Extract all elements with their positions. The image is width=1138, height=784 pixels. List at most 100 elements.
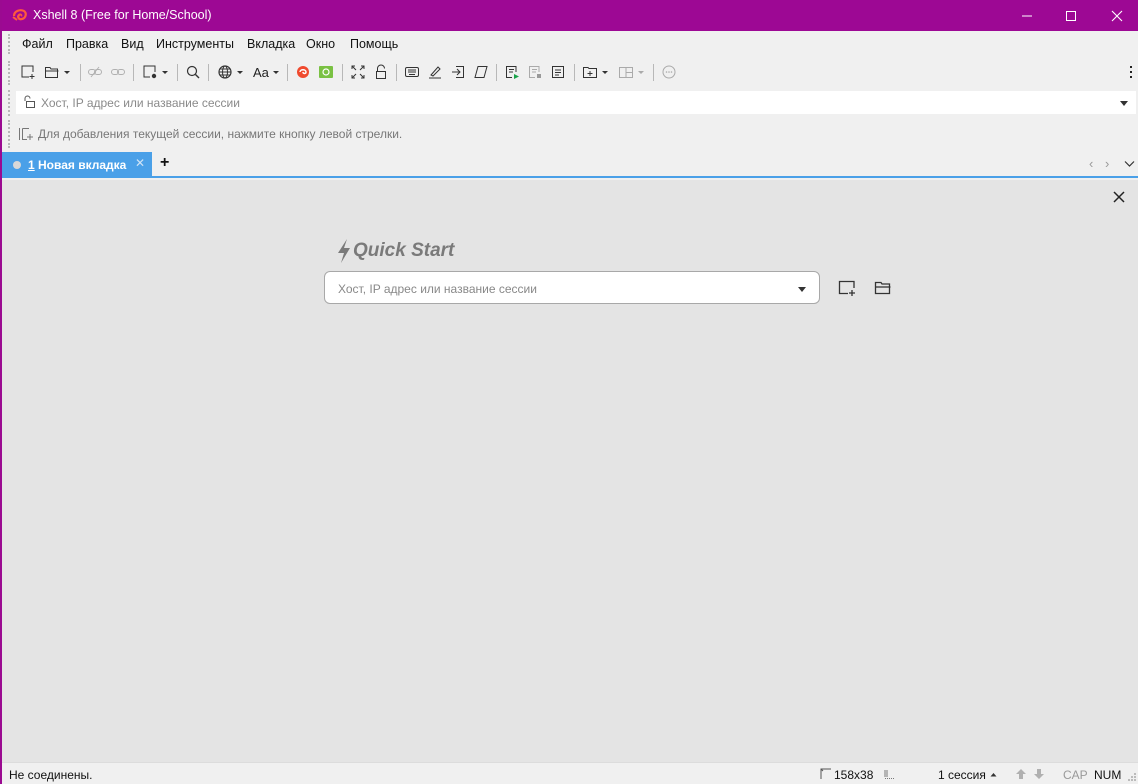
chat-button[interactable] [661, 63, 677, 81]
close-icon [1111, 10, 1123, 21]
xftp-button[interactable] [318, 63, 334, 81]
menu-view[interactable]: Вид [121, 37, 144, 51]
menu-file[interactable]: Файл [22, 37, 53, 51]
menu-help[interactable]: Помощь [350, 37, 398, 51]
terminal-size-icon [820, 768, 831, 779]
add-link-icon [19, 128, 33, 140]
tab-status-icon [13, 161, 21, 169]
terminal-size: 158x38 [834, 768, 874, 782]
open-folder-icon [874, 281, 891, 295]
tab-new[interactable]: 1 Новая вкладка ✕ [2, 152, 152, 178]
quick-new-session-button[interactable] [838, 279, 856, 300]
chevron-down-icon [162, 70, 168, 74]
resize-grip-icon[interactable] [1128, 773, 1137, 782]
chevron-down-icon [272, 70, 279, 74]
toolbar-separator [80, 64, 81, 81]
menu-bar: Файл Правка Вид Инструменты Вкладка Окно… [2, 31, 1138, 56]
tab-close-icon[interactable]: ✕ [135, 156, 145, 170]
find-button[interactable] [185, 63, 201, 81]
window-title: Xshell 8 (Free for Home/School) [33, 8, 212, 22]
toolbar-separator [574, 64, 575, 81]
xshell-window: Xshell 8 (Free for Home/School) Файл Пра… [0, 0, 1138, 784]
encoding-button[interactable] [217, 63, 243, 81]
sessions-up-icon[interactable] [990, 772, 997, 777]
globe-icon [218, 65, 232, 79]
quick-open-session-button[interactable] [874, 279, 892, 300]
tab-list-chevron-icon[interactable] [1124, 160, 1135, 168]
links-grip[interactable] [8, 120, 10, 148]
menu-tools[interactable]: Инструменты [156, 37, 234, 51]
close-window-button[interactable] [1094, 0, 1138, 31]
menu-tab[interactable]: Вкладка [247, 37, 295, 51]
toolbar-separator [396, 64, 397, 81]
toolbar: Aa [2, 58, 1138, 86]
chevron-down-icon [64, 70, 70, 74]
menu-window[interactable]: Окно [306, 37, 335, 51]
disconnect-link-icon [88, 66, 102, 78]
layout-icon [619, 67, 633, 78]
lock-button[interactable] [373, 63, 389, 81]
session-count[interactable]: 1 сессия [938, 768, 986, 782]
quick-start-placeholder: Хост, IP адрес или название сессии [338, 282, 537, 296]
new-session-icon [21, 65, 35, 79]
link-icon [111, 69, 125, 75]
quick-start-input[interactable]: Хост, IP адрес или название сессии [324, 271, 820, 304]
connection-status: Не соединены. [9, 768, 93, 782]
toolbar-separator [208, 64, 209, 81]
disconnect-button[interactable] [110, 63, 126, 81]
menu-edit[interactable]: Правка [66, 37, 108, 51]
log-button[interactable] [550, 63, 566, 81]
toolbar-grip[interactable] [8, 61, 10, 85]
more-vertical-icon [1130, 66, 1132, 78]
layout-button[interactable] [618, 63, 644, 81]
download-arrow-icon [1034, 769, 1044, 779]
maximize-button[interactable] [1048, 0, 1094, 31]
menu-grip[interactable] [8, 34, 10, 54]
tab-next-button[interactable]: › [1105, 156, 1109, 171]
stop-log-button[interactable] [527, 63, 543, 81]
address-grip[interactable] [8, 90, 10, 116]
caps-lock-indicator: CAP [1063, 768, 1088, 782]
script-button[interactable] [473, 63, 489, 81]
minimize-icon [1022, 15, 1032, 16]
xshell-icon [297, 66, 309, 78]
new-tab-button[interactable]: + [160, 154, 169, 172]
terminal-area[interactable]: Quick Start Хост, IP адрес или название … [2, 180, 1138, 762]
properties-button[interactable] [142, 63, 168, 81]
send-button[interactable] [450, 63, 466, 81]
address-bar[interactable]: Хост, IP адрес или название сессии [16, 91, 1136, 114]
quick-start-dropdown-icon[interactable] [798, 287, 806, 292]
new-session-button[interactable] [20, 63, 36, 81]
reconnect-button[interactable] [87, 63, 103, 81]
fullscreen-button[interactable] [350, 63, 366, 81]
chevron-down-icon [237, 70, 243, 74]
xshell-button[interactable] [295, 63, 311, 81]
toolbar-separator [133, 64, 134, 81]
unlock-icon [24, 95, 35, 108]
num-lock-indicator: NUM [1094, 768, 1122, 782]
highlight-button[interactable] [427, 63, 443, 81]
new-folder-icon [583, 67, 597, 78]
add-session-hint: Для добавления текущей сессии, нажмите к… [18, 127, 402, 141]
search-icon [186, 65, 200, 79]
new-tab-group-button[interactable] [582, 63, 608, 81]
log-file-icon [552, 66, 564, 78]
toolbar-separator [342, 64, 343, 81]
tab-bar: 1 Новая вкладка ✕ + ‹ › [2, 152, 1138, 178]
open-session-button[interactable] [44, 63, 70, 81]
font-button[interactable]: Aa [253, 63, 279, 81]
address-dropdown-icon[interactable] [1120, 101, 1128, 106]
more-options-button[interactable] [1128, 63, 1134, 81]
toolbar-separator [177, 64, 178, 81]
script-icon [474, 66, 488, 78]
font-icon: Aa [253, 64, 269, 80]
cursor-position-icon [884, 770, 895, 779]
close-quick-start-icon[interactable] [1112, 190, 1126, 204]
toolbar-separator [653, 64, 654, 81]
tab-prev-button[interactable]: ‹ [1089, 156, 1093, 171]
fullscreen-icon [351, 65, 365, 79]
maximize-icon [1066, 10, 1076, 21]
compose-bar-button[interactable] [404, 63, 420, 81]
start-log-button[interactable] [504, 63, 520, 81]
minimize-button[interactable] [1004, 0, 1050, 31]
